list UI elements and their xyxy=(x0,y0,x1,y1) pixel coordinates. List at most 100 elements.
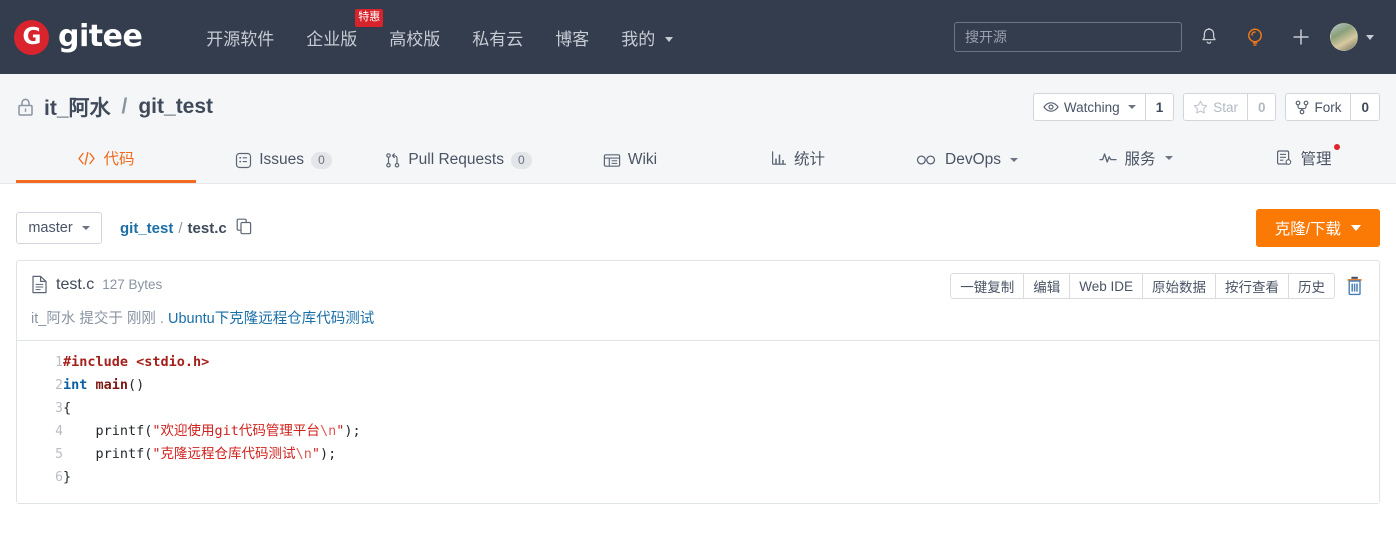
breadcrumb-separator: / xyxy=(178,219,183,237)
chevron-down-icon xyxy=(1010,158,1018,162)
history-button[interactable]: 历史 xyxy=(1289,274,1334,298)
file-toolbar: master git_test / test.c 克隆/下载 xyxy=(0,184,1396,250)
search-input[interactable] xyxy=(954,22,1182,52)
watch-button[interactable]: Watching xyxy=(1033,94,1145,120)
tab-label: 统计 xyxy=(793,151,825,168)
tab-label: Pull Requests xyxy=(408,151,504,168)
code-table-body: 1 #include <stdio.h> 2 int main() 3{4 printf… xyxy=(17,351,1379,489)
notification-dot-badge xyxy=(1333,144,1340,150)
tab-manage[interactable]: 管理 xyxy=(1220,144,1388,183)
nav-item-mine[interactable]: 我的 xyxy=(605,25,689,50)
copy-path-button[interactable] xyxy=(236,218,252,239)
line-number[interactable]: 2 xyxy=(17,374,63,397)
branch-name: master xyxy=(28,220,73,236)
repo-title-separator: / xyxy=(121,95,128,118)
avatar[interactable] xyxy=(1330,23,1358,51)
fork-count[interactable]: 0 xyxy=(1350,94,1379,120)
code-table: 1 #include <stdio.h> 2 int main() 3{4 printf… xyxy=(17,351,1379,489)
tab-label: 代码 xyxy=(103,151,135,168)
fork-button[interactable]: Fork xyxy=(1286,94,1351,120)
star-button-group[interactable]: Star 0 xyxy=(1183,93,1277,121)
global-header: G gitee 开源软件 企业版 特惠 高校版 私有云 博客 我的 xyxy=(0,0,1396,74)
eye-icon xyxy=(1043,102,1059,112)
fork-label: Fork xyxy=(1314,99,1342,115)
chevron-down-icon xyxy=(81,226,90,230)
nav-item-open-source[interactable]: 开源软件 xyxy=(190,25,290,50)
tab-devops[interactable]: DevOps xyxy=(882,151,1052,183)
repo-owner-link[interactable]: it_阿水 xyxy=(44,92,111,122)
star-label: Star xyxy=(1213,99,1238,115)
line-number[interactable]: 5 xyxy=(17,443,63,466)
code-line-content: printf("克隆远程仓库代码测试\n"); xyxy=(63,443,1379,466)
blame-button[interactable]: 按行查看 xyxy=(1216,274,1289,298)
code-token: } xyxy=(63,469,72,485)
code-viewer: 1 #include <stdio.h> 2 int main() 3{4 printf… xyxy=(17,340,1379,503)
tab-issues[interactable]: Issues 0 xyxy=(196,151,371,183)
code-line-content: } xyxy=(63,466,1379,489)
chevron-down-icon[interactable] xyxy=(1366,34,1374,40)
file-text-icon xyxy=(32,275,47,294)
tab-statistics[interactable]: 统计 xyxy=(714,147,882,183)
star-button[interactable]: Star xyxy=(1184,94,1247,120)
copy-icon xyxy=(236,218,251,234)
nav-label: 企业版 xyxy=(306,29,358,49)
nav-item-enterprise[interactable]: 企业版 特惠 xyxy=(290,8,384,50)
breadcrumb: git_test / test.c xyxy=(120,218,252,239)
nav-item-private-cloud[interactable]: 私有云 xyxy=(456,25,539,50)
fork-icon xyxy=(1296,100,1309,114)
chevron-down-icon xyxy=(1164,156,1173,160)
gitee-logo[interactable]: G gitee xyxy=(14,19,143,55)
fork-button-group[interactable]: Fork 0 xyxy=(1285,93,1380,121)
code-line: 6} xyxy=(17,466,1379,489)
nav-label: 博客 xyxy=(555,29,590,49)
code-token: printf xyxy=(63,446,145,462)
code-token: ); xyxy=(344,423,361,439)
tab-code[interactable]: 代码 xyxy=(16,147,196,183)
breadcrumb-repo-link[interactable]: git_test xyxy=(120,220,173,237)
nav-item-university[interactable]: 高校版 xyxy=(373,25,456,50)
line-number[interactable]: 3 xyxy=(17,397,63,420)
repo-name-link[interactable]: git_test xyxy=(138,95,213,119)
add-new-button[interactable] xyxy=(1282,18,1320,56)
commit-info-line: it_阿水 提交于 刚刚 . Ubuntu下克隆远程仓库代码测试 xyxy=(31,307,1365,328)
tab-label: DevOps xyxy=(945,151,1001,168)
delete-file-button[interactable] xyxy=(1344,275,1365,297)
tab-services[interactable]: 服务 xyxy=(1052,147,1220,183)
page-title: it_阿水 / git_test xyxy=(16,92,213,122)
code-line-content: #include <stdio.h> xyxy=(63,351,1379,374)
line-number[interactable]: 6 xyxy=(17,466,63,489)
raw-data-button[interactable]: 原始数据 xyxy=(1143,274,1216,298)
clone-download-button[interactable]: 克隆/下载 xyxy=(1255,209,1380,247)
commit-time: 刚刚 xyxy=(126,311,156,327)
nav-item-blog[interactable]: 博客 xyxy=(539,25,605,50)
branch-selector[interactable]: master xyxy=(16,212,102,244)
commit-author[interactable]: it_阿水 xyxy=(31,311,75,327)
copy-all-button[interactable]: 一键复制 xyxy=(951,274,1025,298)
star-count[interactable]: 0 xyxy=(1246,94,1276,120)
settings-list-icon xyxy=(1277,150,1292,165)
tab-label: 服务 xyxy=(1124,151,1156,168)
web-ide-button[interactable]: Web IDE xyxy=(1070,274,1143,298)
gitee-logo-letter: G xyxy=(22,23,42,50)
pulse-icon xyxy=(1099,153,1118,163)
notification-bell-button[interactable] xyxy=(1190,18,1228,56)
lightbulb-button[interactable] xyxy=(1236,18,1274,56)
line-number[interactable]: 1 xyxy=(17,351,63,374)
tab-wiki[interactable]: Wiki xyxy=(546,151,714,183)
code-token: "欢迎使用git代码管理平台 xyxy=(152,423,320,439)
pull-requests-count-badge: 0 xyxy=(510,151,532,169)
watch-button-group[interactable]: Watching 1 xyxy=(1032,93,1175,121)
lightbulb-icon xyxy=(1248,28,1262,46)
commit-message[interactable]: Ubuntu下克隆远程仓库代码测试 xyxy=(168,311,374,327)
file-panel: test.c 127 Bytes it_阿水 提交于 刚刚 . Ubuntu下克… xyxy=(16,260,1380,504)
file-action-buttons: 一键复制 编辑 Web IDE 原始数据 按行查看 历史 xyxy=(950,273,1365,299)
code-token: int xyxy=(63,377,88,393)
watch-count[interactable]: 1 xyxy=(1144,94,1174,120)
line-number[interactable]: 4 xyxy=(17,420,63,443)
gitee-logo-mark-icon: G xyxy=(14,19,49,55)
tab-pull-requests[interactable]: Pull Requests 0 xyxy=(371,151,546,183)
code-token: #include xyxy=(63,354,137,370)
chevron-down-icon xyxy=(1127,105,1136,109)
wiki-icon xyxy=(603,153,621,167)
edit-button[interactable]: 编辑 xyxy=(1024,274,1071,298)
